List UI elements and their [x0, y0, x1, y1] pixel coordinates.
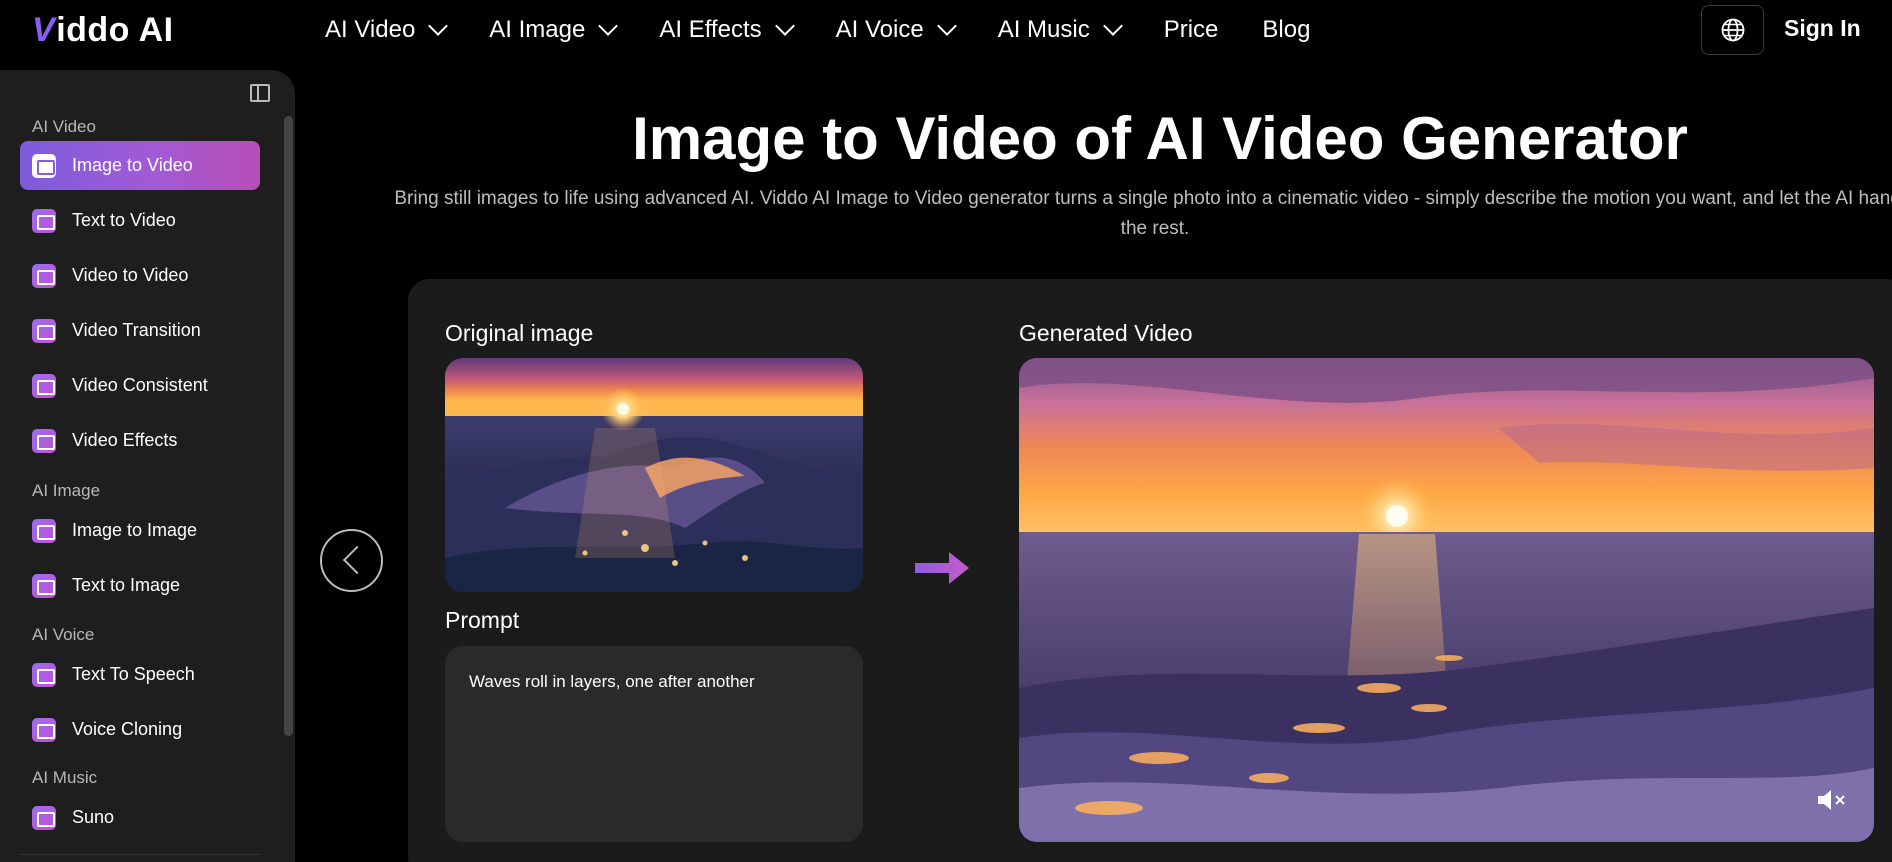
prompt-label: Prompt	[445, 607, 520, 633]
sidebar-item-image-to-image[interactable]: Image to Image	[20, 506, 260, 555]
sidebar: AI Video Image to Video Text to Video Video…	[0, 70, 295, 862]
generated-video-label: Generated Video	[1019, 320, 1193, 346]
sidebar-item-video-to-video[interactable]: Video to Video	[20, 251, 260, 300]
sidebar-item-label: Text to Video	[72, 210, 176, 230]
nav-label: Blog	[1262, 16, 1311, 43]
sidebar-item-text-to-video[interactable]: Text to Video	[20, 196, 260, 245]
nav-label: AI Music	[997, 16, 1090, 43]
sidebar-item-text-to-image[interactable]: Text to Image	[20, 561, 260, 610]
tool-icon	[32, 208, 56, 233]
sidebar-item-label: Video Consistent	[72, 375, 208, 395]
page-title: Image to Video of AI Video Generator	[632, 105, 1688, 172]
main-nav: AI Video AI Image AI Effects AI Voice AI Mus…	[325, 0, 1354, 60]
sidebar-toggle-icon[interactable]	[250, 84, 270, 102]
tool-icon	[32, 518, 56, 543]
sidebar-item-video-transition[interactable]: Video Transition	[20, 306, 260, 355]
sidebar-item-label: Text To Speech	[72, 664, 195, 684]
language-button[interactable]	[1701, 5, 1764, 55]
sidebar-section-title: AI Music	[32, 768, 98, 787]
arrow-right-icon	[915, 552, 969, 584]
tool-icon	[32, 573, 56, 598]
tool-icon	[32, 428, 56, 453]
sidebar-item-label: Suno	[72, 807, 115, 827]
sidebar-item-label: Image to Video	[72, 155, 193, 175]
sidebar-section-title: AI Video	[32, 117, 96, 136]
sidebar-divider	[20, 854, 260, 855]
nav-label: Price	[1163, 16, 1219, 43]
sidebar-section-title: AI Voice	[32, 625, 95, 644]
original-image	[445, 358, 863, 592]
nav-blog[interactable]: Blog	[1262, 16, 1310, 44]
sidebar-scrollbar[interactable]	[284, 116, 293, 736]
sidebar-item-suno[interactable]: Suno	[20, 793, 260, 842]
nav-label: AI Effects	[659, 16, 762, 43]
generated-video-player[interactable]	[1019, 358, 1874, 842]
tool-icon	[32, 717, 56, 742]
nav-price[interactable]: Price	[1164, 16, 1219, 44]
logo-text: iddo AI	[56, 10, 174, 49]
sidebar-item-text-to-speech[interactable]: Text To Speech	[20, 650, 260, 699]
nav-label: AI Voice	[835, 16, 924, 43]
sidebar-item-label: Text to Image	[72, 575, 181, 595]
original-image-label: Original image	[445, 320, 594, 346]
sidebar-item-video-consistent[interactable]: Video Consistent	[20, 361, 260, 410]
tool-icon	[32, 805, 56, 830]
sidebar-item-label: Video Effects	[72, 430, 178, 450]
nav-ai-music[interactable]: AI Music	[997, 16, 1123, 44]
chevron-down-icon	[1102, 16, 1123, 36]
sidebar-item-image-to-video[interactable]: Image to Video	[20, 141, 260, 190]
chevron-down-icon	[936, 16, 957, 36]
sidebar-item-label: Voice Cloning	[72, 719, 183, 739]
prompt-text-box[interactable]: Waves roll in layers, one after another	[445, 646, 863, 842]
globe-icon	[1721, 18, 1744, 42]
sidebar-item-voice-cloning[interactable]: Voice Cloning	[20, 705, 260, 754]
sidebar-section-title: AI Image	[32, 481, 101, 500]
page-description: Bring still images to life using advance…	[394, 188, 1892, 239]
prompt-text: Waves roll in layers, one after another	[469, 672, 755, 691]
sidebar-item-label: Video to Video	[72, 265, 189, 285]
nav-label: AI Video	[325, 16, 416, 43]
nav-ai-image[interactable]: AI Image	[489, 16, 619, 44]
tool-icon	[32, 373, 56, 398]
viddo-logo[interactable]: Viddo AI	[32, 10, 174, 49]
tool-icon	[32, 318, 56, 343]
tool-icon	[32, 662, 56, 687]
nav-ai-video[interactable]: AI Video	[325, 16, 449, 44]
sign-in-button[interactable]: Sign In	[1784, 15, 1861, 42]
nav-ai-effects[interactable]: AI Effects	[659, 16, 795, 44]
nav-ai-voice[interactable]: AI Voice	[835, 16, 957, 44]
sidebar-item-label: Video Transition	[72, 320, 201, 340]
chevron-down-icon	[598, 16, 619, 36]
chevron-down-icon	[428, 16, 449, 36]
mute-icon[interactable]	[1816, 787, 1848, 813]
sidebar-item-video-effects[interactable]: Video Effects	[20, 416, 260, 465]
top-header: Viddo AI AI Video AI Image AI Effects AI Vo…	[0, 0, 1892, 60]
nav-label: AI Image	[489, 16, 586, 43]
tool-icon	[32, 263, 56, 288]
chevron-down-icon	[774, 16, 795, 36]
sidebar-item-label: Image to Image	[72, 520, 198, 540]
previous-slide-button[interactable]	[320, 529, 383, 592]
tool-icon	[32, 153, 56, 178]
